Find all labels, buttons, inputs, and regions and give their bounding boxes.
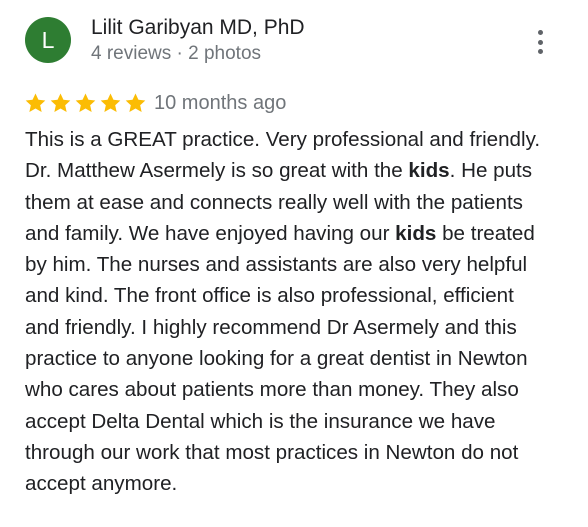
star-icon — [50, 93, 71, 112]
star-rating — [24, 90, 149, 116]
star-icon — [25, 93, 46, 112]
more-vert-icon — [537, 30, 543, 35]
more-vert-icon-dot — [537, 39, 543, 45]
more-options-button[interactable] — [530, 30, 550, 54]
avatar[interactable]: L — [25, 17, 71, 63]
star-icon — [125, 93, 146, 112]
review-text-highlight: kids — [408, 159, 450, 183]
more-vert-icon-dot — [537, 49, 543, 54]
review-date: 10 months ago — [154, 92, 287, 114]
review-text-highlight: kids — [395, 221, 437, 245]
review-text: This is a GREAT practice. Very professio… — [25, 124, 570, 500]
author-meta: 4 reviews · 2 photos — [91, 43, 262, 64]
star-icon — [100, 93, 121, 112]
star-icon — [75, 93, 96, 112]
review-text-segment: be treated by him. The nurses and assist… — [25, 221, 535, 496]
review-card: L Lilit Garibyan MD, PhD 4 reviews · 2 p… — [0, 0, 588, 527]
author-name[interactable]: Lilit Garibyan MD, PhD — [91, 15, 305, 41]
